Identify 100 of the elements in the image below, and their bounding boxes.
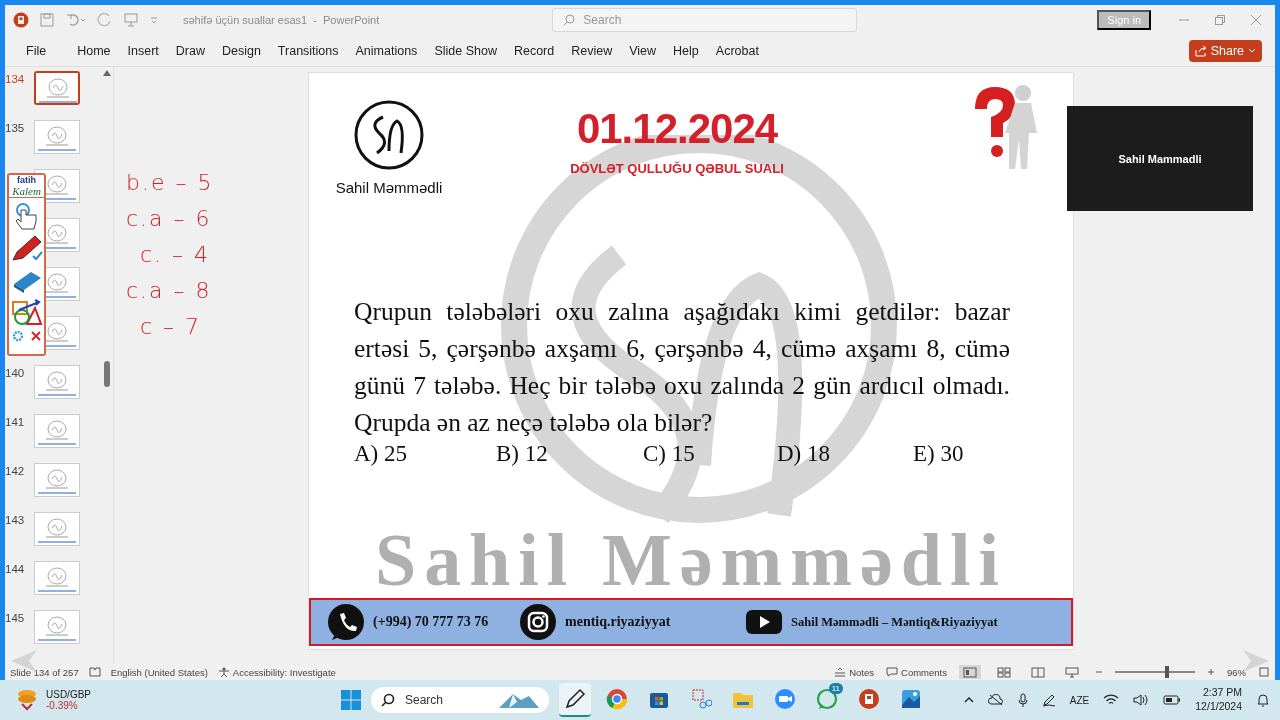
zoom-out-icon[interactable] [1095,668,1103,676]
caret-icon [1248,47,1256,54]
scrollbar-thumb[interactable] [104,361,110,387]
accessibility-icon [217,667,230,677]
slide-date: 01.12.2024 [576,105,778,153]
ribbon-tab[interactable]: Insert [119,39,168,62]
close-icon[interactable] [29,330,42,342]
answer-option: D) 18 [777,441,913,467]
comment-icon [886,667,899,677]
taskbar-app[interactable]: 11 [811,683,843,717]
fit-slide-icon[interactable] [1258,666,1270,678]
contact-text: Sahil Məmmədli – Məntiq&Riyaziyyat [791,614,998,630]
ribbon-tab[interactable]: File [18,39,56,62]
battery-icon[interactable] [1163,695,1182,705]
clock-date[interactable]: 12/1/2024 [1195,700,1242,714]
slide-counter: Slide 134 of 257 [10,666,79,678]
document-title: səhifə üçün suallar esas1 - PowerPoint [183,14,380,26]
marker-icon[interactable] [10,234,43,262]
notification-icon[interactable] [1256,693,1270,707]
slide-number: 142 [5,464,26,479]
ribbon-tab[interactable]: Help [665,39,708,62]
answer-option: C) 15 [643,441,777,467]
search-icon [563,14,576,26]
chat-icon [816,688,838,710]
answer-option: E) 30 [913,441,964,467]
handwritten-note: c – 7 [139,314,203,339]
ribbon-tab[interactable]: Home [69,39,120,62]
notes-button[interactable]: Notes [834,666,875,678]
search-icon [381,693,395,707]
ribbon-tab[interactable]: Transitions [269,39,348,62]
share-icon [1194,44,1207,57]
ribbon-tab[interactable]: Record [505,39,564,62]
view-icon [963,666,977,678]
undo-icon[interactable] [65,12,87,28]
ribbon-tab[interactable]: Animations [347,39,427,62]
close-icon[interactable] [1251,15,1261,25]
cloud-icon[interactable] [987,694,1004,706]
handwritten-note: c. – 4 [139,242,212,267]
author-name: Sahil Məmmədli [335,179,443,196]
browser-icon [606,688,628,710]
slide-number: 140 [5,366,26,381]
pen-icon [564,688,586,710]
view-icon [1031,666,1045,678]
answer-option: B) 12 [496,441,643,467]
logo-icon [353,99,425,171]
language-button[interactable]: English (United States) [110,666,208,678]
view-button[interactable] [959,665,981,679]
chevron-up-icon[interactable] [963,697,974,703]
slide-subtitle: DÖVLƏT QULLUĞU QƏBUL SUALI [570,161,784,176]
slide-thumbnail[interactable] [34,71,80,105]
accessibility-button[interactable]: Accessibility: Investigate [217,666,336,678]
start-icon[interactable] [341,690,361,710]
taskbar-app[interactable] [559,683,591,717]
widget-title: USD/GBP [46,689,91,700]
wifi-icon[interactable] [1103,694,1120,706]
handwritten-note: c.a – 6 [126,206,213,231]
brand-text: fatih [17,176,36,185]
shapes-icon[interactable] [10,298,43,326]
view-icon [1065,666,1079,678]
scroll-up-icon[interactable] [103,70,111,76]
taskbar-search[interactable]: Search [371,687,549,713]
comments-button[interactable]: Comments [886,666,947,678]
ribbon-tab[interactable]: Slide Show [426,39,506,62]
volume-icon[interactable] [1133,694,1150,706]
instagram-icon [519,603,557,641]
clock-time[interactable]: 2:37 PM [1202,686,1242,700]
signature-text: Sahil Məmmədli [375,523,1009,597]
presenter-icon[interactable] [123,12,139,28]
slide-number: 134 [5,72,26,87]
settings-icon[interactable] [11,330,24,342]
photos-icon [900,688,922,710]
input-language[interactable]: AZE [1069,694,1090,706]
search-placeholder: Search [583,13,622,27]
slide-number: 135 [5,121,26,136]
search-placeholder: Search [405,693,444,707]
question-text: Qrupun tələbələri oxu zalına aşağıdakı kimi getdilər: bazar ertəsi 5, çərşənbə axşamı 6, çərşənbə 4, cümə axşamı 8, cümə günü 7 tələbə. Heç bir tələbə oxu zalında 2 gün ardıcıl olmadı. Qrupda ən az neçə tələbə ola bilər? [354,296,1010,439]
microphone-icon[interactable] [1017,693,1028,707]
zoom-slider-thumb[interactable] [1164,666,1169,678]
powerpoint-icon[interactable] [13,12,29,28]
ribbon-tab[interactable]: Draw [167,39,214,62]
save-icon[interactable] [39,12,55,28]
ribbon-tab[interactable]: View [621,39,666,62]
contact-text: mentiq.riyaziyyat [565,614,671,630]
zoom-level: 96% [1227,666,1246,678]
contact-text: (+994) 70 777 73 76 [373,614,489,630]
ribbon-tab[interactable]: Review [563,39,622,62]
participant-name: Sahil Mammadli [1118,152,1202,165]
slide-number: 145 [5,611,26,626]
pen-icon[interactable] [1041,693,1056,707]
zoom-in-icon[interactable] [1207,668,1215,676]
restore-icon[interactable] [1215,15,1225,25]
answer-option: A) 25 [354,441,496,467]
coins-icon[interactable] [16,688,38,712]
ribbon-tab[interactable]: Design [213,39,270,62]
spellcheck-icon[interactable] [88,667,101,677]
notification-badge: 11 [828,683,843,694]
share-button[interactable]: Share [1188,39,1262,62]
brand-text: Kalem [12,185,41,197]
ribbon-tab[interactable]: Acrobat [707,39,768,62]
widget-value: -0.39% [46,700,79,711]
